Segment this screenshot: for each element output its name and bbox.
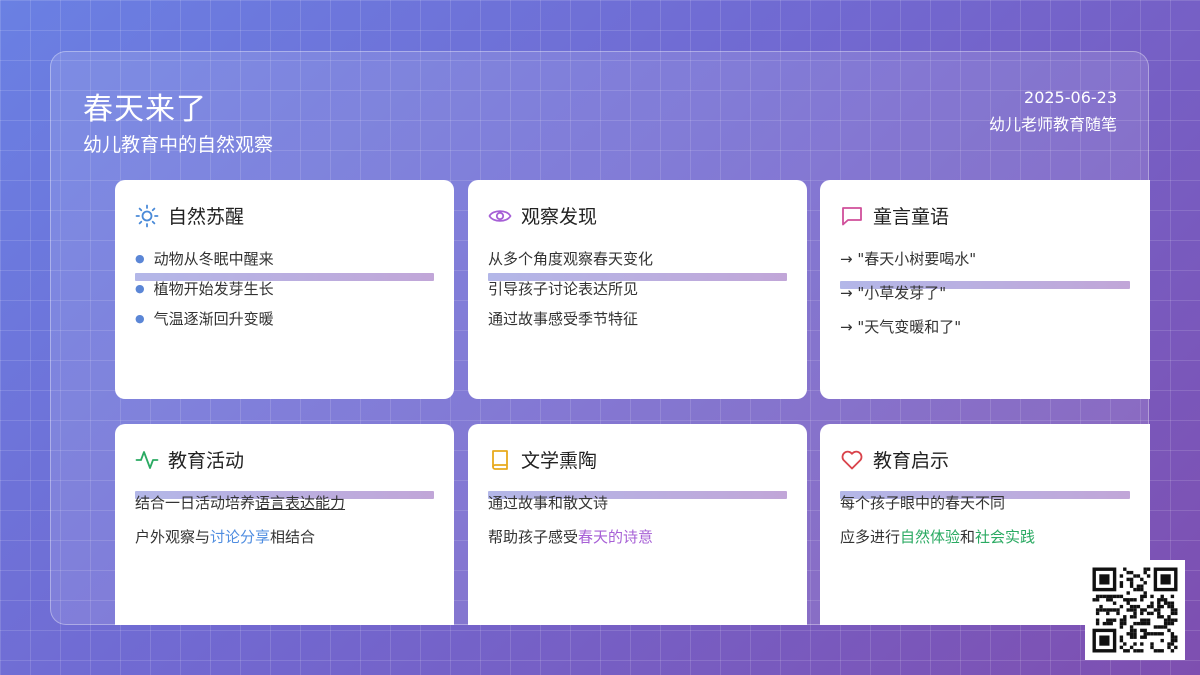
eye-icon <box>488 209 512 222</box>
card-header: 观察发现 <box>488 202 597 229</box>
list-item: ● 动物从冬眠中醒来 <box>135 250 274 268</box>
post-author: 幼儿老师教育随笔 <box>988 115 1117 134</box>
emphasis-text: 社会实践 <box>975 528 1036 546</box>
list-item: → "春天小树要喝水" <box>840 250 977 268</box>
card-header: 教育活动 <box>135 446 244 473</box>
list-item: → "天气变暖和了" <box>840 318 962 336</box>
list-item: 引导孩子讨论表达所见 <box>488 280 639 298</box>
page-subtitle: 幼儿教育中的自然观察 <box>83 134 274 156</box>
book-icon <box>492 449 508 470</box>
list-item: ● 气温逐渐回升变暖 <box>135 310 274 328</box>
card-title: 自然苏醒 <box>168 206 245 228</box>
list-item: 每个孩子眼中的春天不同 <box>840 494 1006 512</box>
activity-icon <box>135 450 159 469</box>
card-title: 观察发现 <box>521 206 598 228</box>
list-item: 应多进行自然体验和社会实践 <box>840 528 1036 546</box>
card-literature: 文学熏陶 通过故事和散文诗 帮助孩子感受春天的诗意 <box>468 424 807 625</box>
card-header: 文学熏陶 <box>488 446 597 473</box>
emphasis-text: 语言表达能力 <box>255 494 346 512</box>
card-children-words: 童言童语 → "春天小树要喝水" → "小草发芽了" → "天气变暖和了" <box>820 180 1150 399</box>
emphasis-text: 自然体验 <box>900 528 961 546</box>
card-title: 教育活动 <box>168 450 245 472</box>
card-title: 教育启示 <box>873 450 950 472</box>
post-date: 2025-06-23 <box>1024 88 1117 107</box>
list-item: 结合一日活动培养语言表达能力 <box>135 494 346 512</box>
page-title: 春天来了 <box>83 92 207 127</box>
list-item: ● 植物开始发芽生长 <box>135 280 274 298</box>
card-title: 文学熏陶 <box>521 450 598 472</box>
qr-code[interactable] <box>1085 560 1185 660</box>
card-header: 自然苏醒 <box>135 202 244 229</box>
card-nature-awakening: 自然苏醒 ● 动物从冬眠中醒来 ● 植物开始发芽生长 ● 气温逐渐回升变暖 <box>115 180 454 399</box>
list-item: 通过故事感受季节特征 <box>488 310 639 328</box>
list-item: 通过故事和散文诗 <box>488 494 609 512</box>
list-item: 从多个角度观察春天变化 <box>488 250 654 268</box>
card-header: 教育启示 <box>840 446 949 473</box>
list-item: 帮助孩子感受春天的诗意 <box>488 528 654 546</box>
list-item: → "小草发芽了" <box>840 284 947 302</box>
qr-code-icon <box>1092 567 1178 653</box>
list-item: 户外观察与讨论分享相结合 <box>135 528 316 546</box>
card-education-activity: 教育活动 结合一日活动培养语言表达能力 户外观察与讨论分享相结合 <box>115 424 454 625</box>
heart-icon <box>841 450 863 469</box>
message-square-icon <box>842 206 862 225</box>
card-observation: 观察发现 从多个角度观察春天变化 引导孩子讨论表达所见 通过故事感受季节特征 <box>468 180 807 399</box>
sun-icon <box>135 204 159 227</box>
card-title: 童言童语 <box>873 206 950 228</box>
emphasis-text: 春天的诗意 <box>578 528 654 546</box>
emphasis-text: 讨论分享 <box>210 528 271 546</box>
card-header: 童言童语 <box>840 202 949 229</box>
